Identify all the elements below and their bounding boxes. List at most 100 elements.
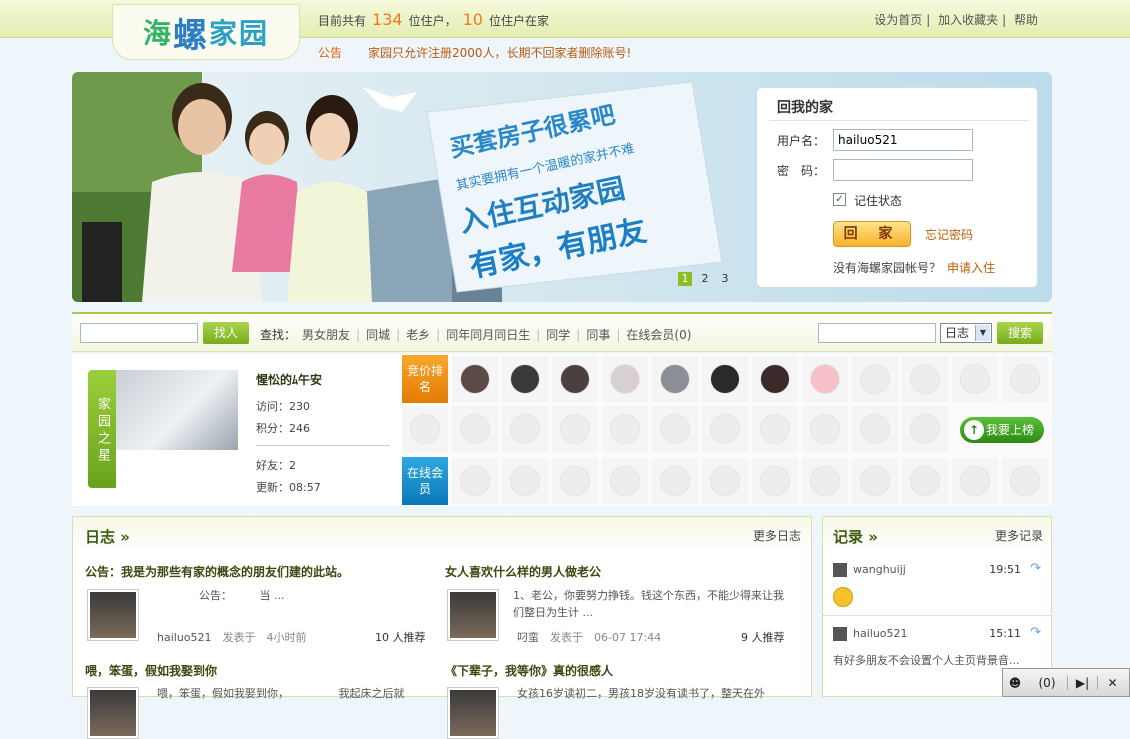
- member-avatar[interactable]: [452, 458, 498, 504]
- member-avatar[interactable]: [652, 356, 698, 402]
- next-icon[interactable]: ▶|: [1067, 675, 1097, 690]
- find-link-colleague[interactable]: 同事: [586, 328, 610, 342]
- member-avatar[interactable]: [452, 356, 498, 402]
- member-avatar[interactable]: [702, 406, 748, 452]
- online-members-label[interactable]: 在线会员: [402, 457, 448, 505]
- member-avatar[interactable]: [752, 356, 798, 402]
- close-icon[interactable]: ✕: [1097, 675, 1127, 690]
- smiley-icon: [833, 587, 853, 607]
- find-link-partner[interactable]: 男女朋友: [302, 328, 350, 342]
- post-author[interactable]: hailuo521: [157, 631, 212, 644]
- record-username[interactable]: wanghuijj: [853, 563, 906, 576]
- bottom-tray: ☻ (0) ▶| ✕: [1002, 668, 1130, 697]
- member-avatar[interactable]: [802, 458, 848, 504]
- username-input[interactable]: [833, 129, 973, 151]
- post-title[interactable]: 公告：我是为那些有家的概念的朋友们建的此站。: [85, 563, 349, 580]
- post-title[interactable]: 喂，笨蛋，假如我娶到你: [85, 662, 217, 679]
- site-logo[interactable]: 海螺家园: [112, 4, 300, 60]
- find-link-birthday[interactable]: 同年同月同日生: [446, 328, 530, 342]
- member-avatar[interactable]: [752, 406, 798, 452]
- star-name[interactable]: 惺忪的ﾑ午安: [256, 371, 322, 388]
- avatar-placeholder-icon: [810, 414, 840, 444]
- messenger-icon[interactable]: ☻: [1003, 676, 1027, 690]
- post-title[interactable]: 女人喜欢什么样的男人做老公: [445, 563, 601, 580]
- member-avatar[interactable]: [702, 458, 748, 504]
- member-avatar[interactable]: [752, 458, 798, 504]
- find-link-classmate[interactable]: 同学: [546, 328, 570, 342]
- help-link[interactable]: 帮助: [1014, 13, 1038, 27]
- post-title[interactable]: 《下辈子，我等你》真的很感人: [445, 662, 613, 679]
- blog-header: 日志 » 更多日志: [73, 517, 811, 551]
- member-avatar-grid: 竞价排名 在线会员 ↑ 我要上榜: [402, 354, 1052, 506]
- post-avatar[interactable]: [87, 589, 139, 641]
- password-input[interactable]: [833, 159, 973, 181]
- avatar-placeholder-icon: [410, 414, 440, 444]
- member-avatar[interactable]: [552, 356, 598, 402]
- search-type-select[interactable]: 日志 ▼: [940, 323, 992, 343]
- member-avatar[interactable]: [502, 406, 548, 452]
- home-star-panel: 家园之星 惺忪的ﾑ午安 访问：230 积分：246 好友：2 更新：08:57: [72, 354, 402, 506]
- share-icon[interactable]: ↷: [1030, 625, 1041, 640]
- search-button[interactable]: 搜索: [997, 322, 1043, 344]
- record-text[interactable]: 有好多朋友不会设置个人主页背景音...: [833, 652, 1045, 668]
- bid-ranking-label[interactable]: 竞价排名: [402, 355, 448, 403]
- avatar-placeholder-icon: [760, 466, 790, 496]
- member-avatar[interactable]: [852, 406, 898, 452]
- member-avatar[interactable]: [702, 356, 748, 402]
- set-homepage-link[interactable]: 设为首页: [874, 13, 922, 27]
- member-avatar[interactable]: [952, 356, 998, 402]
- member-avatar[interactable]: [602, 406, 648, 452]
- site-search-input[interactable]: [818, 323, 936, 343]
- more-blogs-link[interactable]: 更多日志: [753, 527, 801, 544]
- login-button[interactable]: 回 家: [833, 221, 911, 247]
- member-avatar[interactable]: [602, 458, 648, 504]
- record-user[interactable]: wanghuijj: [833, 563, 906, 577]
- people-search-input[interactable]: [80, 323, 198, 343]
- more-records-link[interactable]: 更多记录: [995, 527, 1043, 544]
- share-icon[interactable]: ↷: [1030, 561, 1041, 576]
- member-avatar[interactable]: [902, 356, 948, 402]
- member-avatar[interactable]: [952, 458, 998, 504]
- member-avatar[interactable]: [802, 356, 848, 402]
- member-avatar[interactable]: [852, 356, 898, 402]
- find-people-button[interactable]: 找人: [203, 322, 249, 344]
- member-avatar[interactable]: [502, 458, 548, 504]
- forgot-password-link[interactable]: 忘记密码: [925, 226, 973, 243]
- get-ranked-button[interactable]: ↑ 我要上榜: [960, 417, 1044, 443]
- member-avatar[interactable]: [402, 406, 448, 452]
- member-avatar[interactable]: [902, 406, 948, 452]
- member-avatar[interactable]: [452, 406, 498, 452]
- banner-page-3[interactable]: 3: [718, 272, 732, 286]
- post-avatar[interactable]: [447, 687, 499, 739]
- member-avatar[interactable]: [552, 458, 598, 504]
- find-link-hometown[interactable]: 老乡: [406, 328, 430, 342]
- register-link[interactable]: 申请入住: [947, 261, 995, 275]
- banner-page-1[interactable]: 1: [678, 272, 692, 286]
- member-avatar[interactable]: [652, 458, 698, 504]
- member-avatar[interactable]: [902, 458, 948, 504]
- find-link-online[interactable]: 在线会员(0): [626, 328, 691, 342]
- member-avatar[interactable]: [502, 356, 548, 402]
- search-type-value: 日志: [945, 326, 970, 340]
- add-favorite-link[interactable]: 加入收藏夹: [938, 13, 998, 27]
- record-user[interactable]: hailuo521: [833, 627, 908, 641]
- member-avatar[interactable]: [1002, 356, 1048, 402]
- member-avatar[interactable]: [602, 356, 648, 402]
- find-link-city[interactable]: 同城: [366, 328, 390, 342]
- banner-page-2[interactable]: 2: [698, 272, 712, 286]
- remember-checkbox[interactable]: ✓: [833, 193, 846, 206]
- member-avatar[interactable]: [852, 458, 898, 504]
- post-avatar[interactable]: [87, 687, 139, 739]
- member-avatar[interactable]: [652, 406, 698, 452]
- record-username[interactable]: hailuo521: [853, 627, 908, 640]
- avatar-placeholder-icon: [960, 364, 990, 394]
- post-author[interactable]: 叼蛮: [517, 631, 539, 644]
- star-photo[interactable]: [116, 370, 238, 450]
- post-time: 发表于 06-07 17:44: [550, 631, 662, 644]
- member-avatar[interactable]: [552, 406, 598, 452]
- notice-text[interactable]: 家园只允许注册2000人，长期不回家者删除账号!: [368, 46, 631, 60]
- member-avatar[interactable]: [802, 406, 848, 452]
- notice-bar: 公告 家园只允许注册2000人，长期不回家者删除账号!: [318, 44, 631, 61]
- member-avatar[interactable]: [1002, 458, 1048, 504]
- post-avatar[interactable]: [447, 589, 499, 641]
